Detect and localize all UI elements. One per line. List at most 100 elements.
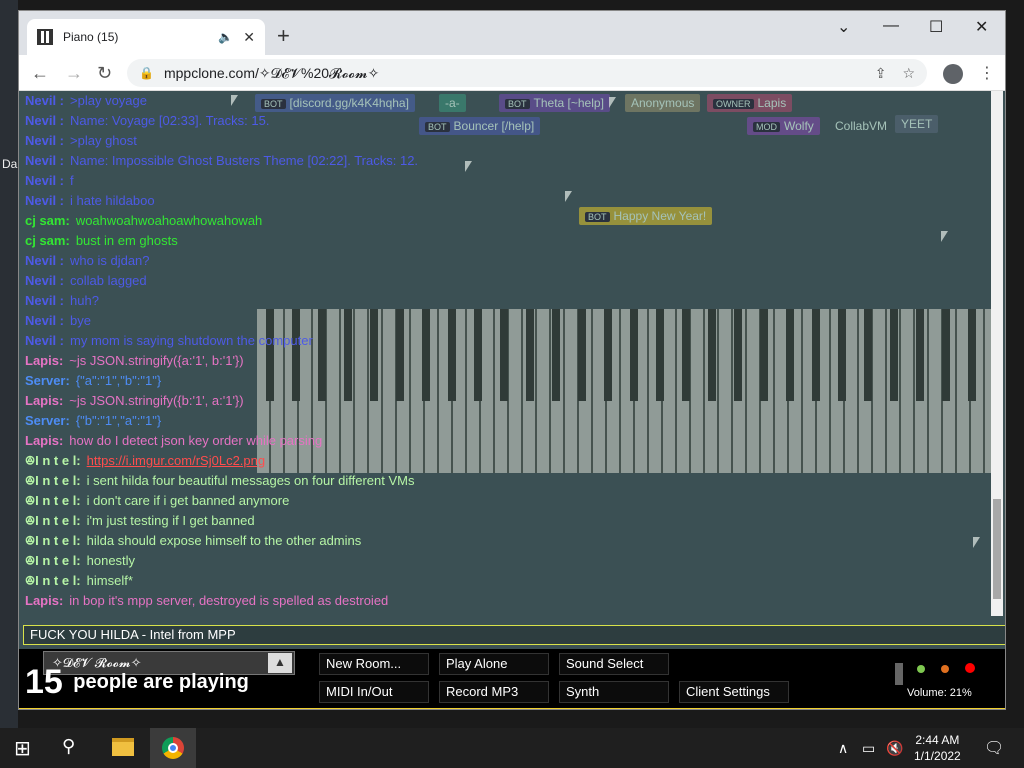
new-tab-button[interactable]: + — [277, 23, 290, 49]
taskbar-clock[interactable]: 2:44 AM 1/1/2022 — [914, 732, 961, 764]
chat-username[interactable]: Nevil : — [25, 113, 64, 128]
network-icon[interactable]: ▭ — [862, 740, 875, 757]
chat-username[interactable]: Lapis: — [25, 353, 63, 368]
chat-text: ~js JSON.stringify({a:'1', b:'1'}) — [69, 353, 244, 368]
clock-date: 1/1/2022 — [914, 749, 961, 763]
mpp-page: BOT [discord.gg/k4K4hqha] -a- BOT Theta [~he… — [19, 91, 1005, 709]
chat-username[interactable]: cj sam: — [25, 233, 70, 248]
chat-username[interactable]: ꔮI n t e l: — [25, 513, 81, 528]
bookmark-star-icon[interactable]: ☆ — [902, 65, 915, 82]
chrome-icon — [162, 737, 184, 759]
chat-input[interactable]: FUCK YOU HILDA - Intel from MPP — [23, 625, 1005, 645]
chat-link[interactable]: https://i.imgur.com/rSj0Lc2.png — [87, 453, 265, 468]
play-alone-button[interactable]: Play Alone — [439, 653, 549, 675]
expand-rooms-icon[interactable]: ▲ — [268, 653, 292, 673]
chat-text: who is djdan? — [70, 253, 150, 268]
chat-username[interactable]: Nevil : — [25, 333, 64, 348]
chat-username[interactable]: Lapis: — [25, 593, 63, 608]
desktop-edge: Da — [0, 0, 18, 728]
tab-search-icon[interactable]: ⌄ — [837, 17, 850, 37]
chat-text: my mom is saying shutdown the computer — [70, 333, 313, 348]
chat-username[interactable]: Nevil : — [25, 293, 64, 308]
minimize-button[interactable]: — — [883, 17, 899, 35]
chat-message: ꔮI n t e l: https://i.imgur.com/rSj0Lc2.p… — [25, 451, 985, 471]
search-icon[interactable]: ⚲ — [62, 736, 75, 757]
chat-log: Nevil : >play voyage Nevil : Name: Voyage [… — [25, 91, 985, 631]
muted-volume-icon[interactable]: 🔇 — [886, 740, 903, 757]
synth-button[interactable]: Synth — [559, 681, 669, 703]
chat-username[interactable]: ꔮI n t e l: — [25, 493, 81, 508]
chat-username[interactable]: Nevil : — [25, 153, 64, 168]
chat-message: Lapis: ~js JSON.stringify({a:'1', b:'1'}) — [25, 351, 985, 371]
chat-message: cj sam: bust in em ghosts — [25, 231, 985, 251]
close-tab-icon[interactable]: ✕ — [243, 29, 255, 46]
profile-avatar[interactable] — [943, 64, 963, 84]
notifications-icon[interactable]: 🗨 — [984, 738, 1004, 758]
new-room-button[interactable]: New Room... — [319, 653, 429, 675]
chat-text: i sent hilda four beautiful messages on … — [86, 473, 415, 488]
browser-tab[interactable]: Piano (15) 🔈 ✕ — [27, 19, 265, 55]
chrome-taskbar-button[interactable] — [150, 728, 196, 768]
client-settings-button[interactable]: Client Settings — [679, 681, 789, 703]
chat-message: cj sam: woahwoahwoahoawhowahowah — [25, 211, 985, 231]
midi-button[interactable]: MIDI In/Out — [319, 681, 429, 703]
chat-username[interactable]: ꔮI n t e l: — [25, 553, 81, 568]
volume-label: Volume: 21% — [907, 687, 972, 699]
back-button[interactable]: ← — [31, 63, 49, 84]
chat-username[interactable]: ꔮI n t e l: — [25, 533, 81, 548]
address-bar[interactable]: 🔒 mppclone.com/✧𝓓𝓔𝓥%20𝓡𝓸𝓸𝓶✧ ⇪ ☆ — [127, 59, 927, 87]
chat-username[interactable]: Nevil : — [25, 93, 64, 108]
chat-username[interactable]: ꔮI n t e l: — [25, 473, 81, 488]
forward-button[interactable]: → — [65, 63, 83, 84]
chat-message: Server: {"a":"1","b":"1"} — [25, 371, 985, 391]
chat-text: how do I detect json key order while par… — [69, 433, 323, 448]
chat-text: himself* — [86, 573, 133, 588]
record-mp3-button[interactable]: Record MP3 — [439, 681, 549, 703]
clock-time: 2:44 AM — [915, 733, 960, 747]
tab-title: Piano (15) — [63, 30, 119, 44]
browser-menu-icon[interactable]: ⋮ — [979, 63, 995, 83]
chat-text: ~js JSON.stringify({b:'1', a:'1'}) — [69, 393, 244, 408]
chat-message: Lapis: ~js JSON.stringify({b:'1', a:'1'}) — [25, 391, 985, 411]
chat-username[interactable]: cj sam: — [25, 213, 70, 228]
chat-message: Lapis: in bop it's mpp server, destroyed … — [25, 591, 985, 611]
share-icon[interactable]: ⇪ — [875, 65, 887, 82]
chat-username[interactable]: Server: — [25, 413, 70, 428]
chat-username[interactable]: Nevil : — [25, 273, 64, 288]
scrollbar-thumb[interactable] — [993, 499, 1001, 599]
sound-select-button[interactable]: Sound Select — [559, 653, 669, 675]
chat-text: bust in em ghosts — [75, 233, 178, 248]
maximize-button[interactable]: ☐ — [929, 17, 943, 37]
lock-icon[interactable]: 🔒 — [139, 66, 154, 80]
chat-username[interactable]: ꔮI n t e l: — [25, 573, 81, 588]
desktop-icon-label: Da — [2, 157, 18, 171]
file-explorer-icon[interactable] — [112, 738, 134, 756]
chat-text: i hate hildaboo — [70, 193, 155, 208]
chat-text: {"a":"1","b":"1"} — [75, 373, 162, 388]
chat-username[interactable]: Server: — [25, 373, 70, 388]
chat-text: collab lagged — [70, 273, 147, 288]
chat-text: f — [70, 173, 74, 188]
chat-message: Nevil : i hate hildaboo — [25, 191, 985, 211]
status-light-red — [965, 663, 975, 673]
close-window-button[interactable]: ✕ — [975, 17, 988, 37]
reload-button[interactable]: ↻ — [97, 63, 112, 84]
chat-scrollbar[interactable] — [991, 91, 1003, 616]
chat-username[interactable]: Nevil : — [25, 173, 64, 188]
chat-text: >play ghost — [70, 133, 137, 148]
windows-start-icon[interactable]: ⊞ — [14, 736, 31, 761]
chat-username[interactable]: Nevil : — [25, 133, 64, 148]
volume-slider[interactable] — [895, 663, 903, 685]
chat-username[interactable]: Lapis: — [25, 433, 63, 448]
chat-message: Nevil : who is djdan? — [25, 251, 985, 271]
chat-text: woahwoahwoahoawhowahowah — [75, 213, 263, 228]
speaker-icon[interactable]: 🔈 — [218, 30, 233, 44]
chat-username[interactable]: Nevil : — [25, 193, 64, 208]
player-count: 15 people are playing — [25, 663, 249, 702]
chat-username[interactable]: Nevil : — [25, 313, 64, 328]
chat-username[interactable]: Lapis: — [25, 393, 63, 408]
url-text: mppclone.com/✧𝓓𝓔𝓥%20𝓡𝓸𝓸𝓶✧ — [163, 64, 380, 81]
tray-chevron-icon[interactable]: ∧ — [838, 740, 848, 757]
chat-username[interactable]: Nevil : — [25, 253, 64, 268]
chat-username[interactable]: ꔮI n t e l: — [25, 453, 81, 468]
